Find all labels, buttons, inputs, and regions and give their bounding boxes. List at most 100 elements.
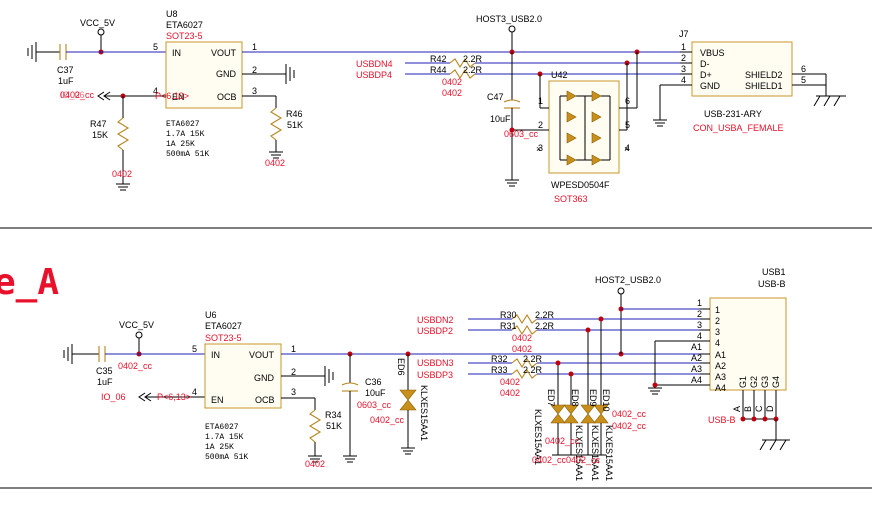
u8-part: ETA6027	[166, 20, 203, 30]
usb1-pin-b: B	[743, 406, 753, 412]
usb1-pin-num-a1: A1	[691, 342, 702, 352]
r34-ref: R34	[325, 410, 342, 420]
u6-ref: U6	[205, 310, 217, 320]
u8-table-row-3: 500mA 51K	[166, 150, 209, 159]
ed8-tvs-diode	[563, 404, 579, 424]
u6-pin-en: EN	[211, 395, 224, 405]
u42-pin-1: 1	[538, 96, 543, 106]
u6-pin-in: IN	[211, 350, 220, 360]
r42-package: 0402	[442, 77, 462, 87]
c47-ref: C47	[487, 92, 504, 102]
top-net-usbdn4: USBDN4	[356, 59, 393, 69]
usb1-pin-label-a3: A3	[715, 372, 726, 382]
u8-pin-gnd: GND	[216, 69, 237, 79]
ed6-tvs-diode	[399, 389, 417, 411]
u6-pin-num-3: 3	[291, 387, 296, 397]
usb1-g3: G3	[760, 376, 770, 388]
r30-package: 0402	[512, 333, 532, 343]
svg-text:×: ×	[624, 144, 629, 154]
r34-resistor	[308, 409, 322, 443]
usb1-pin-label-4: 4	[715, 338, 720, 348]
ed9-ref: ED9	[588, 389, 598, 407]
u6-pin-ocb: OCB	[255, 395, 275, 405]
u42-pin-6: 6	[625, 96, 630, 106]
c37-value: 1uF	[58, 76, 74, 86]
r46-ref: R46	[286, 109, 303, 119]
j7-ref: J7	[679, 29, 689, 39]
u6-body-name: ETA6027	[205, 423, 239, 432]
esd-package-5: 0402_cc	[566, 455, 601, 465]
r31-package: 0402	[512, 344, 532, 354]
usb1-pin-num-1: 1	[697, 298, 702, 308]
usb1-g2: G2	[749, 376, 759, 388]
r33-ref: R33	[491, 365, 508, 375]
bottom-title-fragment: e_A	[0, 262, 59, 303]
schematic-canvas: VCC_5V C37 1uF 0402_cc IO_06 U8 ETA6027 …	[0, 9, 872, 489]
u8-pin-vout: VOUT	[211, 48, 237, 58]
top-en-ref: P<6,13>	[155, 91, 189, 101]
j7-pin-vbus: VBUS	[700, 48, 725, 58]
r34-value: 51K	[326, 421, 342, 431]
ed9-tvs-diode	[580, 404, 596, 424]
esd-package-1: 0402_cc	[612, 409, 647, 419]
u8-pin-in: IN	[172, 48, 181, 58]
ed6-part: KLXES15AA1	[419, 385, 429, 441]
usb1-pin-label-a1: A1	[715, 350, 726, 360]
j7-value: CON_USBA_FEMALE	[693, 123, 784, 133]
c35-value: 1uF	[97, 377, 113, 387]
u6-table-row-3: 500mA 51K	[205, 453, 248, 462]
j7-shield-num-6: 6	[801, 64, 806, 74]
esd-package-2: 0402_cc	[612, 421, 647, 431]
u42-pin-5: 5	[625, 120, 630, 130]
u42-ref: U42	[551, 70, 568, 80]
ed8-part: KLXES15AA1	[574, 425, 584, 481]
j7-part: USB-231-ARY	[704, 109, 762, 119]
c47-value: 10uF	[490, 114, 511, 124]
usb1-pin-label-3: 3	[715, 327, 720, 337]
j7-pin-dminus: D-	[700, 59, 710, 69]
esd-package-3: 0402_cc	[545, 436, 580, 446]
u6-package: SOT23-5	[205, 333, 242, 343]
j7-shield1: SHIELD1	[745, 81, 783, 91]
bottom-io-label: IO_06	[101, 392, 126, 402]
bottom-net-usbdn2: USBDN2	[417, 315, 454, 325]
r46-package: 0402	[265, 158, 285, 168]
r44-ref: R44	[430, 65, 447, 75]
bottom-net-usbdn3: USBDN3	[417, 358, 454, 368]
j7-pin-num-3: 3	[681, 64, 686, 74]
c36-ref: C36	[365, 377, 382, 387]
r46-resistor	[269, 107, 283, 141]
ed6-package: 0402_cc	[370, 415, 405, 425]
ed10-part: KLXES15AA1	[604, 425, 614, 481]
usb1-pin-label-a2: A2	[715, 361, 726, 371]
bottom-vcc-label: VCC_5V	[119, 320, 154, 330]
usb1-ref: USB1	[762, 267, 786, 277]
r31-ref: R31	[500, 321, 517, 331]
bottom-section: e_A VCC_5V C35 1uF 0402_cc IO_06 P<6,13>…	[0, 262, 790, 481]
ed8-ref: ED8	[570, 389, 580, 407]
r34-package: 0402	[305, 459, 325, 469]
j7-shield2: SHIELD2	[745, 70, 783, 80]
j7-pin-dplus: D+	[700, 70, 712, 80]
j7-pin-num-1: 1	[681, 42, 686, 52]
ed6-ref: ED6	[396, 358, 406, 376]
r32-ref: R32	[491, 354, 508, 364]
u6-pin-gnd: GND	[254, 373, 275, 383]
u8-table-row-1: 1.7A 15K	[166, 130, 205, 139]
c35-ref: C35	[96, 366, 113, 376]
bottom-net-usbdp2: USBDP2	[417, 326, 453, 336]
ed9-part: KLXES15AA1	[590, 425, 600, 481]
u8-package: SOT23-5	[166, 31, 203, 41]
c37-ref: C37	[57, 65, 74, 75]
usb1-pin-label-1: 1	[715, 305, 720, 315]
ed7-tvs-diode	[550, 404, 566, 424]
usb1-pin-a: A	[732, 406, 742, 412]
r46-value: 51K	[287, 120, 303, 130]
usb1-g4: G4	[771, 376, 781, 388]
u6-pin-num-4: 4	[192, 387, 197, 397]
usb1-pin-num-a4: A4	[691, 375, 702, 385]
top-vcc-label: VCC_5V	[80, 18, 115, 28]
bottom-host-label: HOST2_USB2.0	[595, 275, 661, 285]
r42-ref: R42	[430, 54, 447, 64]
ed7-ref: ED7	[546, 389, 556, 407]
